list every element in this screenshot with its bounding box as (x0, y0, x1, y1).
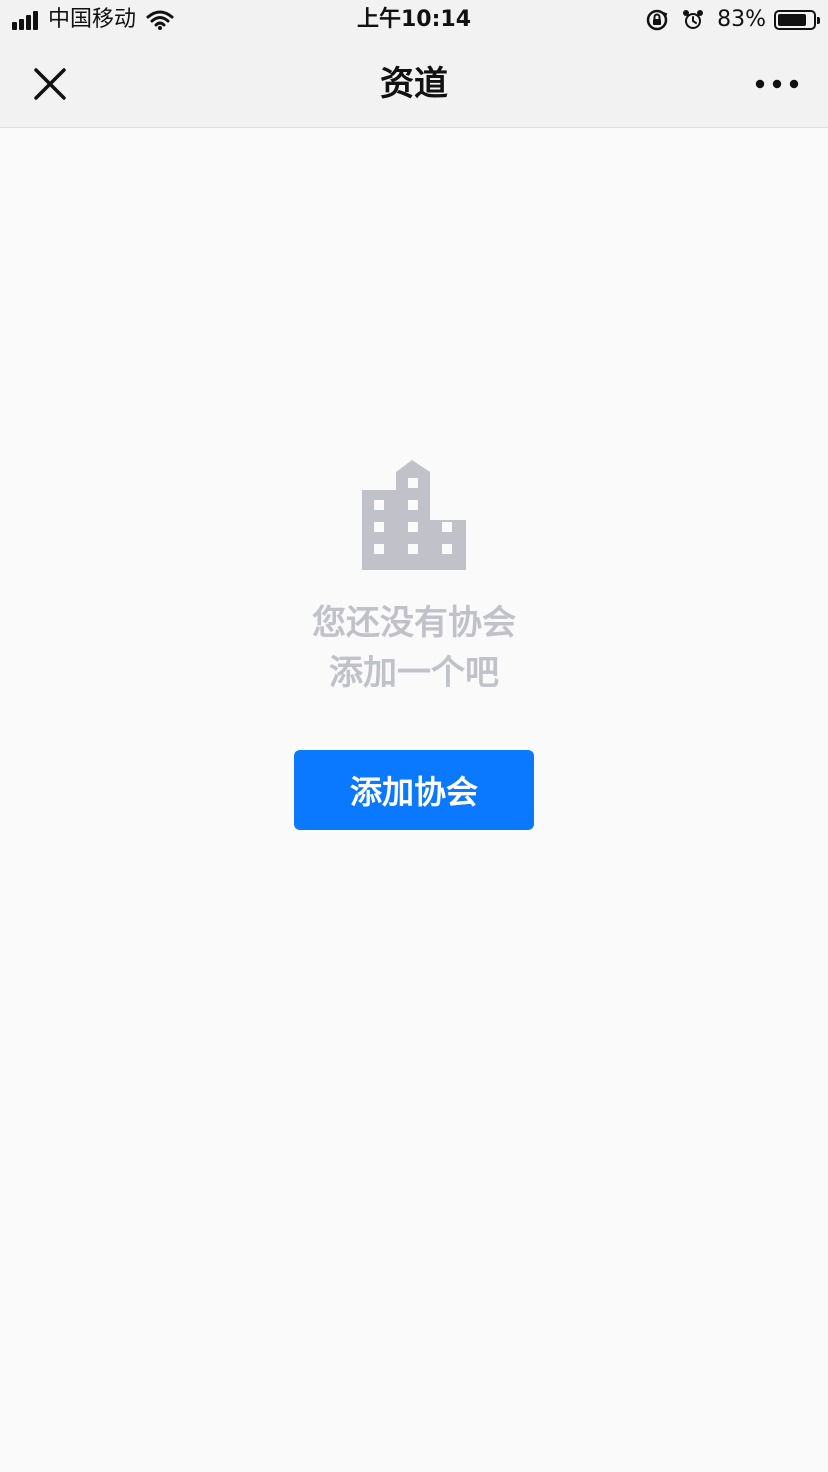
battery-cap (817, 17, 820, 24)
close-icon (34, 68, 66, 100)
status-right: 83% (645, 6, 820, 34)
empty-state: 您还没有协会 添加一个吧 (0, 460, 828, 698)
page-title: 资道 (380, 64, 448, 104)
battery-percent: 83% (717, 7, 766, 32)
empty-message-line-1: 您还没有协会 (312, 603, 516, 643)
alarm-icon (683, 10, 704, 29)
add-association-button[interactable]: 添加协会 (294, 750, 534, 830)
nav-bar: 资道 (0, 40, 828, 128)
battery-icon (774, 10, 820, 30)
empty-message-line-2: 添加一个吧 (329, 653, 499, 693)
battery-level (778, 14, 807, 26)
more-icon (755, 79, 799, 89)
more-button[interactable] (750, 62, 804, 106)
empty-message: 您还没有协会 添加一个吧 (312, 598, 516, 698)
rotation-lock-icon (646, 9, 668, 31)
status-bar: 中国移动 上午10:14 83% (0, 0, 828, 40)
building-icon (362, 460, 466, 570)
close-button[interactable] (26, 62, 74, 106)
